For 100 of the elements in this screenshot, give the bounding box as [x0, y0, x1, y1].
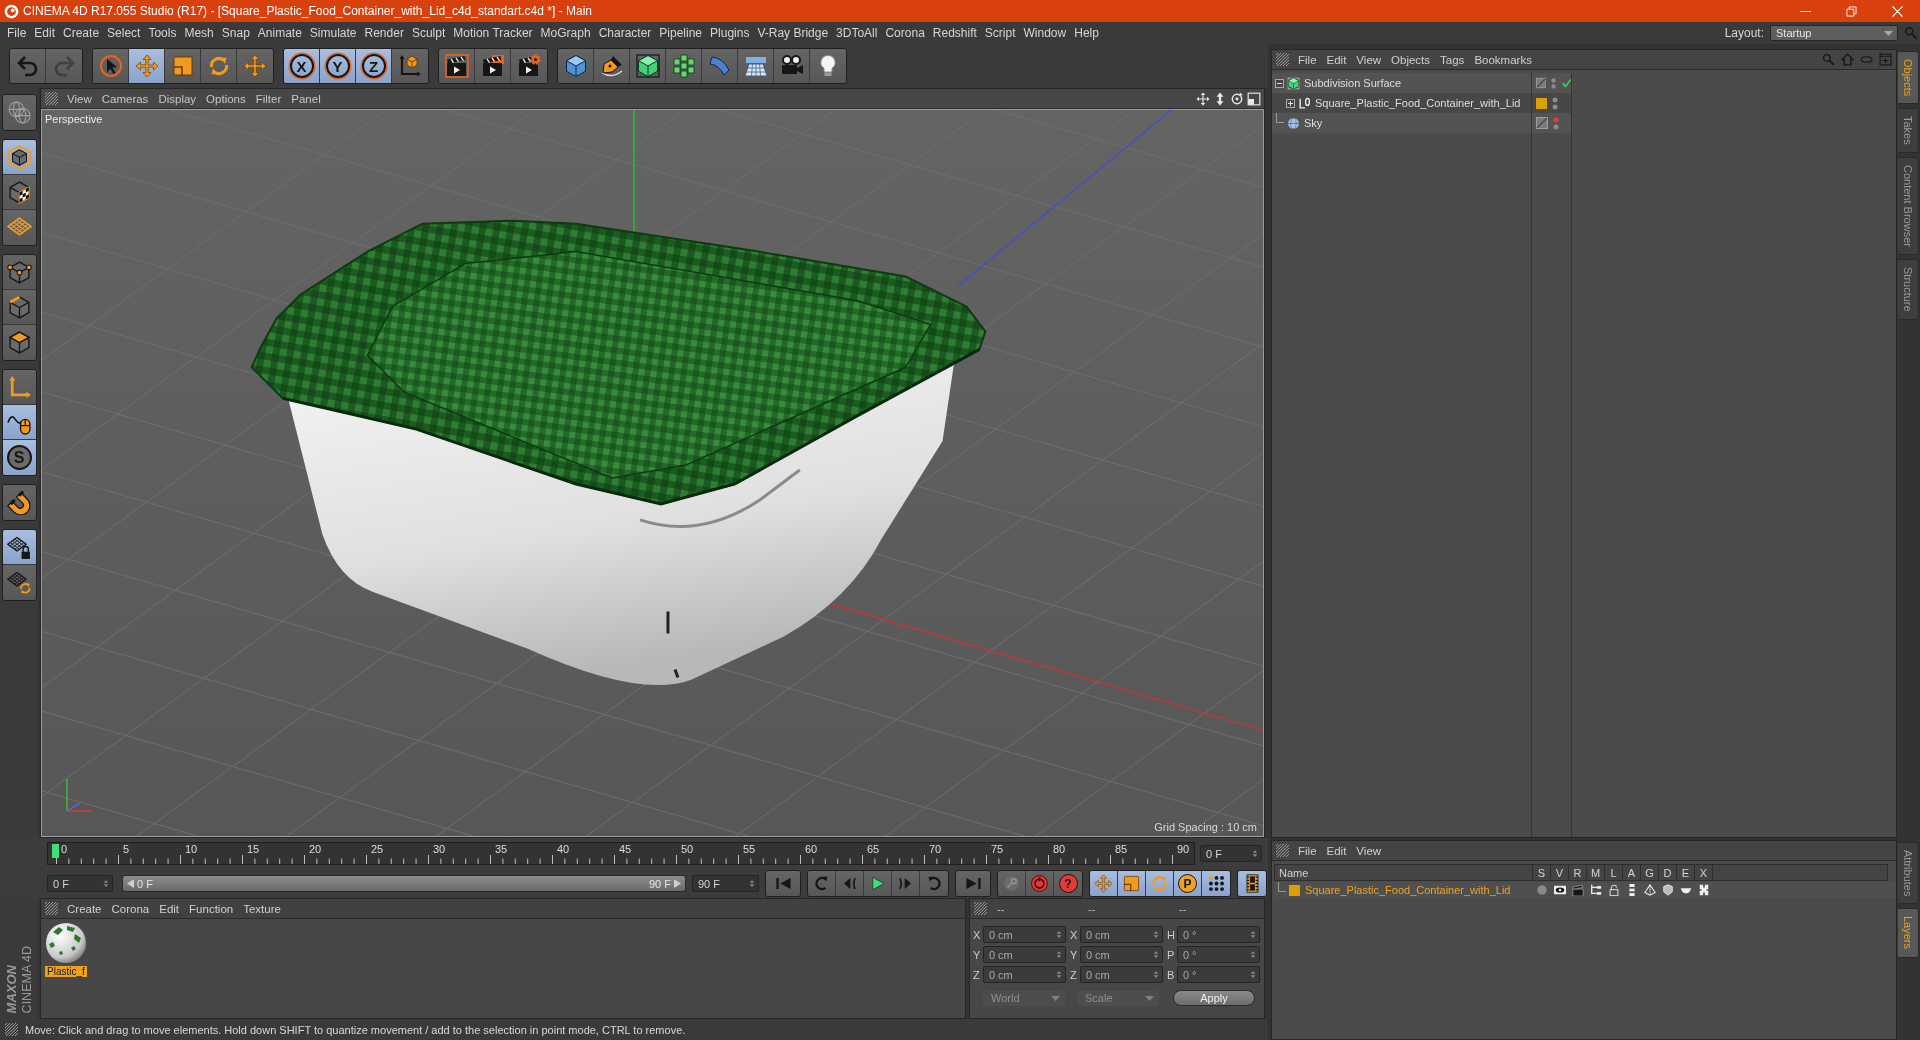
dock-tab[interactable]: Objects: [1898, 51, 1919, 105]
material-name[interactable]: Plastic_f: [45, 966, 87, 977]
pan-arrows-icon[interactable]: [1196, 91, 1210, 106]
menu-item[interactable]: Redshift: [928, 25, 981, 41]
visibility-dots-icon[interactable]: [1551, 76, 1557, 90]
render-view-button[interactable]: [439, 49, 475, 83]
undo-button[interactable]: [10, 49, 46, 83]
object-name[interactable]: Square_Plastic_Food_Container_with_Lid: [1315, 97, 1521, 109]
spinner-arrows-icon[interactable]: [1056, 950, 1062, 959]
column-header[interactable]: V: [1551, 864, 1569, 881]
menu-item[interactable]: Edit: [1321, 844, 1352, 857]
tweak-mode-button[interactable]: [2, 405, 36, 440]
coordinate-field[interactable]: 0 °: [1176, 946, 1260, 963]
menu-item[interactable]: View: [1351, 53, 1387, 66]
menu-item[interactable]: Objects: [1386, 53, 1436, 66]
end-frame-field[interactable]: 90 F: [692, 875, 759, 892]
axis-lock-button[interactable]: Z: [356, 49, 392, 83]
menu-item[interactable]: Mesh: [180, 25, 218, 41]
object-name[interactable]: Sky: [1304, 117, 1323, 129]
menu-item[interactable]: MoGraph: [536, 25, 595, 41]
layer-swatch-icon[interactable]: [1536, 97, 1547, 109]
object-name[interactable]: Subdivision Surface: [1304, 77, 1402, 89]
make-editable-button[interactable]: [2, 95, 36, 130]
coordinate-system-button[interactable]: [392, 49, 428, 83]
pen-button[interactable]: [594, 49, 630, 83]
menu-item[interactable]: Edit: [1321, 53, 1352, 66]
current-frame-field[interactable]: 0 F: [1200, 845, 1262, 862]
menu-item[interactable]: File: [1293, 53, 1322, 66]
render-settings-button[interactable]: [511, 49, 547, 83]
parameter-key-button[interactable]: P: [1174, 871, 1202, 896]
menu-item[interactable]: File: [3, 25, 31, 41]
menu-item[interactable]: Edit: [30, 25, 60, 41]
last-frame-button[interactable]: [956, 871, 990, 896]
shield-icon[interactable]: [1662, 884, 1674, 896]
point-level-key-button[interactable]: [1202, 871, 1230, 896]
scale-tool-button[interactable]: [165, 49, 201, 83]
spinner-arrows-icon[interactable]: [1153, 950, 1159, 959]
select-tool-button[interactable]: [93, 49, 129, 83]
column-header[interactable]: G: [1641, 864, 1659, 881]
menu-item[interactable]: Edit: [154, 902, 185, 915]
menu-item[interactable]: Tools: [144, 25, 181, 41]
column-header[interactable]: D: [1659, 864, 1677, 881]
floor-button[interactable]: [738, 49, 774, 83]
cube-button[interactable]: [558, 49, 594, 83]
column-header[interactable]: Name: [1274, 864, 1533, 881]
spinner-arrows-icon[interactable]: [1252, 849, 1258, 858]
column-header[interactable]: A: [1623, 864, 1641, 881]
collapse-icon[interactable]: [1275, 78, 1284, 88]
spinner-arrows-icon[interactable]: [1250, 970, 1256, 979]
menu-item[interactable]: Character: [594, 25, 656, 41]
menu-item[interactable]: Script: [980, 25, 1020, 41]
menu-item[interactable]: Cameras: [96, 92, 154, 105]
menu-item[interactable]: Texture: [238, 902, 286, 915]
menu-item[interactable]: Plugins: [706, 25, 754, 41]
menu-item[interactable]: Function: [184, 902, 239, 915]
window-toggle-icon[interactable]: [1247, 91, 1261, 106]
menu-item[interactable]: Render: [360, 25, 408, 41]
column-header[interactable]: L: [1605, 864, 1623, 881]
cloner-button[interactable]: [666, 49, 702, 83]
dock-tab[interactable]: Content Browser: [1898, 157, 1919, 255]
axis-lock-button[interactable]: X: [284, 49, 320, 83]
menu-item[interactable]: Filter: [250, 92, 287, 105]
panel-grip-icon[interactable]: [45, 92, 58, 105]
spinner-arrows-icon[interactable]: [1056, 930, 1062, 939]
menu-item[interactable]: 3DToAll: [832, 25, 882, 41]
spinner-arrows-icon[interactable]: [1250, 950, 1256, 959]
panel-grip-icon[interactable]: [45, 902, 58, 915]
menu-item[interactable]: Create: [59, 25, 104, 41]
first-frame-button[interactable]: [766, 871, 800, 896]
pyramid-icon[interactable]: [1644, 884, 1656, 896]
coordinate-field[interactable]: 0 cm: [982, 926, 1066, 943]
dock-tab[interactable]: Attributes: [1898, 842, 1919, 905]
material-ball-icon[interactable]: [45, 922, 87, 964]
timeline-button[interactable]: [1238, 871, 1266, 896]
column-header[interactable]: M: [1587, 864, 1605, 881]
dock-tab[interactable]: Takes: [1898, 108, 1919, 154]
move-tool-button[interactable]: [129, 49, 165, 83]
workplane-rotate-button[interactable]: [2, 565, 36, 600]
coordinate-field[interactable]: 0 °: [1176, 926, 1260, 943]
tree-row[interactable]: Subdivision Surface: [1272, 73, 1531, 93]
workplane-lock-button[interactable]: [2, 530, 36, 565]
start-frame-field[interactable]: 0 F: [47, 875, 113, 892]
render-button[interactable]: [475, 49, 511, 83]
model-mode-button[interactable]: [2, 140, 36, 175]
menu-item[interactable]: Window: [1019, 25, 1071, 41]
panel-grip-icon[interactable]: [5, 1023, 18, 1036]
timeline-ruler[interactable]: 0 5 10 15 20 25 30 35 40 45 50 55 60 65 70 75 80 85 90: [47, 842, 1195, 865]
panel-grip-icon[interactable]: [974, 902, 987, 915]
column-header[interactable]: R: [1569, 864, 1587, 881]
menu-item[interactable]: Help: [1070, 25, 1103, 41]
texture-mode-button[interactable]: [2, 175, 36, 210]
coordinate-field[interactable]: 0 cm: [1079, 926, 1163, 943]
rotation-key-button[interactable]: [1146, 871, 1174, 896]
layer-box-icon[interactable]: [1536, 77, 1547, 89]
spinner-arrows-icon[interactable]: [1250, 930, 1256, 939]
edges-mode-button[interactable]: [2, 290, 36, 325]
menu-item[interactable]: V-Ray Bridge: [753, 25, 833, 41]
spinner-arrows-icon[interactable]: [1056, 970, 1062, 979]
snap-button[interactable]: [2, 485, 36, 520]
menu-item[interactable]: View: [1351, 844, 1387, 857]
